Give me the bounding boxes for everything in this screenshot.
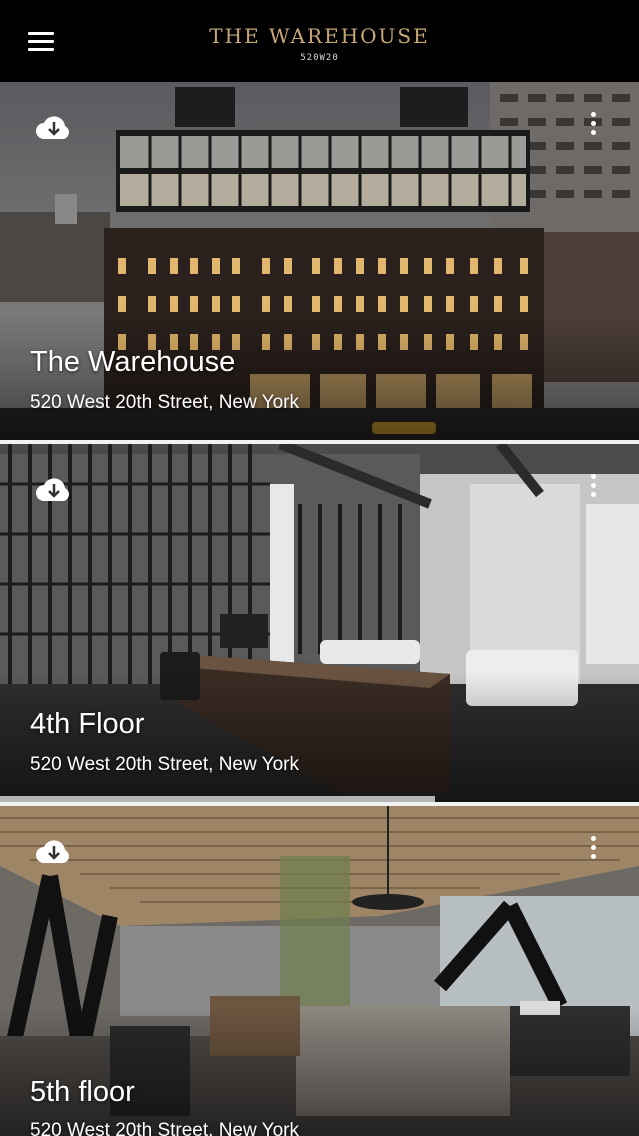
brand-title: THE WAREHOUSE xyxy=(209,24,430,48)
card-address: 520 West 20th Street, New York xyxy=(30,754,299,775)
card-address: 520 West 20th Street, New York xyxy=(30,392,299,413)
property-card-5th-floor[interactable]: 5th floor 520 West 20th Street, New York xyxy=(0,806,639,1136)
more-vertical-icon[interactable] xyxy=(587,474,599,504)
more-vertical-icon[interactable] xyxy=(587,112,599,142)
property-card-warehouse[interactable]: The Warehouse 520 West 20th Street, New … xyxy=(0,82,639,440)
card-address: 520 West 20th Street, New York xyxy=(30,1120,299,1136)
card-title: The Warehouse xyxy=(30,346,236,378)
property-card-4th-floor[interactable]: 4th Floor 520 West 20th Street, New York xyxy=(0,444,639,802)
cloud-download-icon[interactable] xyxy=(34,112,74,144)
cloud-download-icon[interactable] xyxy=(34,474,74,506)
more-vertical-icon[interactable] xyxy=(587,836,599,866)
card-title: 5th floor xyxy=(30,1076,135,1108)
cloud-download-icon[interactable] xyxy=(34,836,74,868)
card-title: 4th Floor xyxy=(30,708,145,740)
brand-logo: THE WAREHOUSE 520W20 xyxy=(0,24,639,63)
text-scrim xyxy=(0,1006,639,1136)
app-bar: THE WAREHOUSE 520W20 xyxy=(0,0,639,82)
brand-subtitle: 520W20 xyxy=(300,53,339,63)
